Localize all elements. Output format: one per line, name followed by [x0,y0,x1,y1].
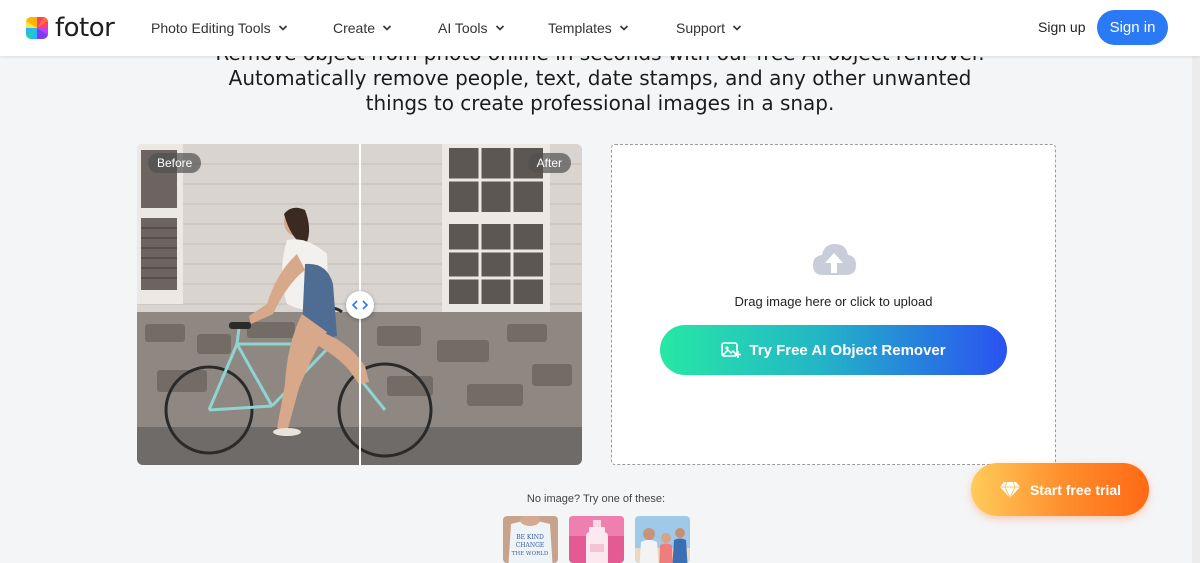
comparison-slider-handle[interactable] [346,291,374,319]
sample-image-bottle[interactable] [569,516,624,563]
sign-in-button[interactable]: Sign in [1097,10,1168,45]
chevron-left-right-icon [352,300,368,310]
start-free-trial-button[interactable]: Start free trial [971,463,1149,516]
sample-bottle-photo [569,516,624,563]
diamond-icon [999,481,1020,499]
chevron-down-icon [495,25,504,31]
nav-label: AI Tools [438,20,488,36]
before-label: Before [148,153,202,173]
sample-image-tshirt[interactable]: BE KIND CHANGE THE WORLD [503,516,558,563]
nav-label: Photo Editing Tools [151,20,271,36]
nav-label: Templates [548,20,612,36]
cloud-upload-icon [813,244,856,275]
try-free-ai-object-remover-button[interactable]: Try Free AI Object Remover [660,325,1007,375]
add-image-icon [721,342,742,358]
hero-line-2: Automatically remove people, text, date … [228,66,972,90]
chevron-down-icon [278,25,287,31]
shirt-text-line-1: BE KIND [516,534,544,541]
sample-image-beach-people[interactable] [635,516,690,563]
nav-label: Support [676,20,726,36]
nav-templates[interactable]: Templates [548,18,629,38]
sample-tshirt-photo: BE KIND CHANGE THE WORLD [503,516,558,563]
try-button-label: Try Free AI Object Remover [749,341,946,359]
brand-name: fotor [55,13,115,43]
top-navbar: fotor Photo Editing Tools Create AI Tool… [0,0,1200,56]
fotor-logo[interactable]: fotor [26,13,115,43]
sample-beach-photo [635,516,690,563]
chevron-down-icon [619,25,628,31]
shirt-text-line-3: THE WORLD [512,551,549,557]
nav-ai-tools[interactable]: AI Tools [438,18,505,38]
nav-support[interactable]: Support [676,18,742,38]
page-scrollbar[interactable] [1192,0,1200,563]
after-label: After [527,153,571,173]
chevron-down-icon [382,25,392,31]
hero-line-3: things to create professional images in … [365,91,835,115]
chevron-down-icon [732,25,742,31]
image-upload-dropzone[interactable]: Drag image here or click to upload Try F… [611,144,1056,465]
trial-label: Start free trial [1029,481,1122,498]
sign-up-link[interactable]: Sign up [1038,19,1085,35]
drag-upload-text: Drag image here or click to upload [734,294,933,309]
nav-photo-editing-tools[interactable]: Photo Editing Tools [151,18,288,38]
nav-label: Create [333,20,376,36]
before-after-comparison[interactable]: Before After [137,144,582,465]
shirt-text-line-2: CHANGE [516,542,545,549]
fotor-logo-icon [26,17,48,39]
nav-create[interactable]: Create [333,18,392,38]
